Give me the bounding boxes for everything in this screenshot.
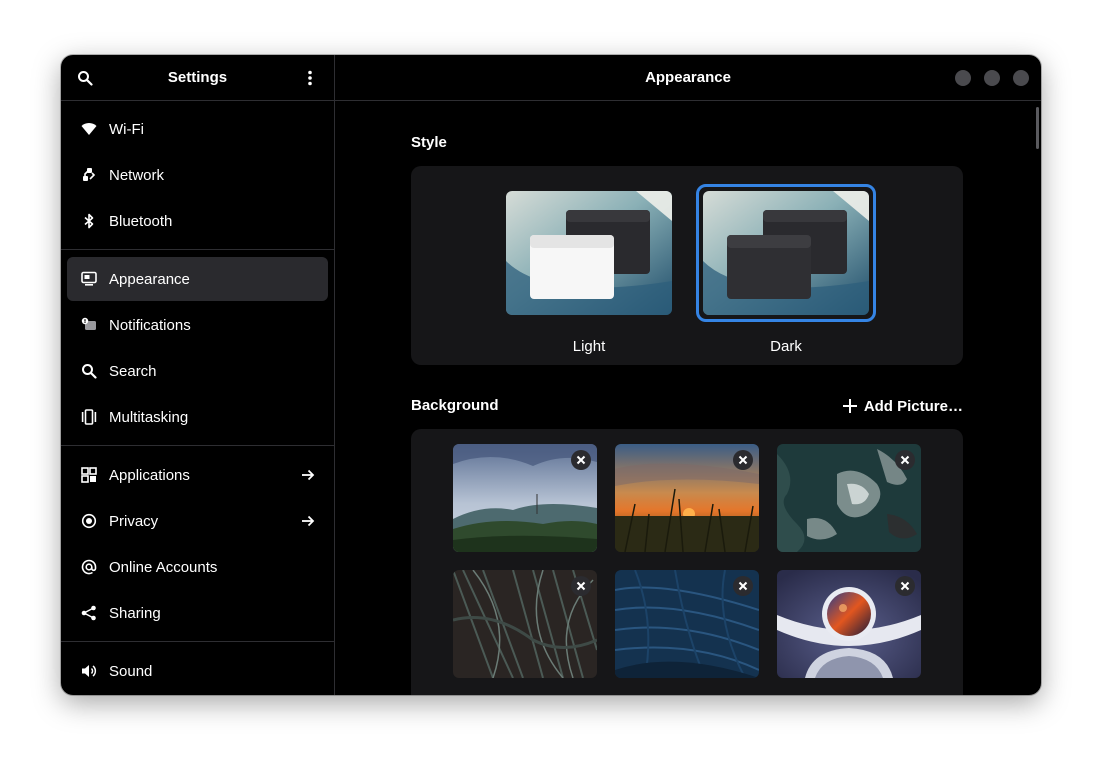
- wallpaper-thumbnail[interactable]: [777, 570, 921, 678]
- appearance-icon: [81, 271, 97, 287]
- sidebar-item-network[interactable]: Network: [67, 153, 328, 197]
- main-header: Appearance: [335, 55, 1041, 101]
- plus-icon: [842, 398, 858, 414]
- applications-icon: [81, 467, 97, 483]
- sidebar-title: Settings: [167, 69, 228, 86]
- sidebar-item-label: Multitasking: [109, 408, 189, 426]
- background-header: Background Add Picture…: [411, 396, 963, 416]
- sound-icon: [81, 663, 97, 679]
- close-icon: [576, 581, 586, 591]
- theme-label-light: Light: [572, 338, 606, 355]
- wallpaper-thumbnail[interactable]: [453, 444, 597, 552]
- sidebar-item-label: Appearance: [109, 270, 190, 288]
- remove-wallpaper-button[interactable]: [895, 576, 915, 596]
- sidebar: Settings Wi-Fi Network Bluetooth Appeara…: [61, 55, 335, 695]
- theme-option-light[interactable]: Light: [499, 184, 679, 355]
- wallpaper-thumbnail[interactable]: [777, 444, 921, 552]
- page-title: Appearance: [645, 69, 731, 86]
- sidebar-item-label: Sound: [109, 662, 153, 680]
- privacy-icon: [81, 513, 97, 529]
- style-heading: Style: [411, 134, 447, 151]
- sidebar-list: Wi-Fi Network Bluetooth Appearance Notif…: [61, 101, 334, 693]
- search-icon[interactable]: [73, 66, 97, 90]
- sidebar-item-sound[interactable]: Sound: [67, 649, 328, 693]
- close-icon: [738, 581, 748, 591]
- sidebar-item-label: Applications: [109, 466, 190, 484]
- online-accounts-icon: [81, 559, 97, 575]
- close-icon: [900, 455, 910, 465]
- sidebar-separator: [61, 249, 334, 250]
- scrollbar[interactable]: [1036, 107, 1039, 149]
- sidebar-item-label: Network: [109, 166, 165, 184]
- remove-wallpaper-button[interactable]: [733, 576, 753, 596]
- dark-theme-preview: [703, 191, 869, 315]
- theme-label-dark: Dark: [770, 338, 802, 355]
- sidebar-item-bluetooth[interactable]: Bluetooth: [67, 199, 328, 243]
- background-heading: Background: [411, 397, 499, 414]
- close-icon: [576, 455, 586, 465]
- arrow-right-icon: [300, 467, 316, 483]
- dark-theme-thumbnail[interactable]: [696, 184, 876, 322]
- sidebar-item-label: Search: [109, 362, 157, 380]
- sidebar-item-label: Bluetooth: [109, 212, 173, 230]
- add-picture-button[interactable]: Add Picture…: [842, 394, 963, 418]
- remove-wallpaper-button[interactable]: [895, 450, 915, 470]
- sidebar-item-multitasking[interactable]: Multitasking: [67, 395, 328, 439]
- sidebar-item-privacy[interactable]: Privacy: [67, 499, 328, 543]
- remove-wallpaper-button[interactable]: [733, 450, 753, 470]
- sidebar-item-search[interactable]: Search: [67, 349, 328, 393]
- wallpaper-thumbnail[interactable]: [453, 570, 597, 678]
- wallpaper-thumbnail[interactable]: [615, 444, 759, 552]
- minimize-button[interactable]: [955, 70, 971, 86]
- multitasking-icon: [81, 409, 97, 425]
- sidebar-separator: [61, 641, 334, 642]
- background-card: [411, 429, 963, 695]
- bluetooth-icon: [81, 213, 97, 229]
- sidebar-separator: [61, 445, 334, 446]
- wallpaper-thumbnail[interactable]: [615, 570, 759, 678]
- sidebar-item-applications[interactable]: Applications: [67, 453, 328, 497]
- close-button[interactable]: [1013, 70, 1029, 86]
- sidebar-item-online-accounts[interactable]: Online Accounts: [67, 545, 328, 589]
- search-icon: [81, 363, 97, 379]
- sidebar-header: Settings: [61, 55, 334, 101]
- sidebar-item-appearance[interactable]: Appearance: [67, 257, 328, 301]
- sidebar-item-label: Wi-Fi: [109, 120, 144, 138]
- vertical-dots-menu-icon[interactable]: [298, 66, 322, 90]
- theme-option-dark[interactable]: Dark: [696, 184, 876, 355]
- wifi-icon: [81, 121, 97, 137]
- settings-window: Settings Wi-Fi Network Bluetooth Appeara…: [61, 55, 1041, 695]
- light-theme-thumbnail[interactable]: [499, 184, 679, 322]
- close-icon: [738, 455, 748, 465]
- notifications-icon: [81, 317, 97, 333]
- add-picture-label: Add Picture…: [863, 397, 963, 415]
- appearance-content: Style Light Dark Background Add Picture…: [411, 133, 963, 695]
- remove-wallpaper-button[interactable]: [571, 576, 591, 596]
- style-card: Light Dark: [411, 166, 963, 365]
- close-icon: [900, 581, 910, 591]
- sidebar-item-label: Notifications: [109, 316, 191, 334]
- sidebar-item-label: Online Accounts: [109, 558, 218, 576]
- sidebar-item-wifi[interactable]: Wi-Fi: [67, 107, 328, 151]
- arrow-right-icon: [300, 513, 316, 529]
- remove-wallpaper-button[interactable]: [571, 450, 591, 470]
- network-icon: [81, 167, 97, 183]
- light-theme-preview: [506, 191, 672, 315]
- sidebar-item-notifications[interactable]: Notifications: [67, 303, 328, 347]
- sidebar-item-sharing[interactable]: Sharing: [67, 591, 328, 635]
- sharing-icon: [81, 605, 97, 621]
- sidebar-item-label: Privacy: [109, 512, 159, 530]
- sidebar-item-label: Sharing: [109, 604, 161, 622]
- main-panel: Appearance Style Light Dark Background A…: [335, 55, 1041, 695]
- maximize-button[interactable]: [984, 70, 1000, 86]
